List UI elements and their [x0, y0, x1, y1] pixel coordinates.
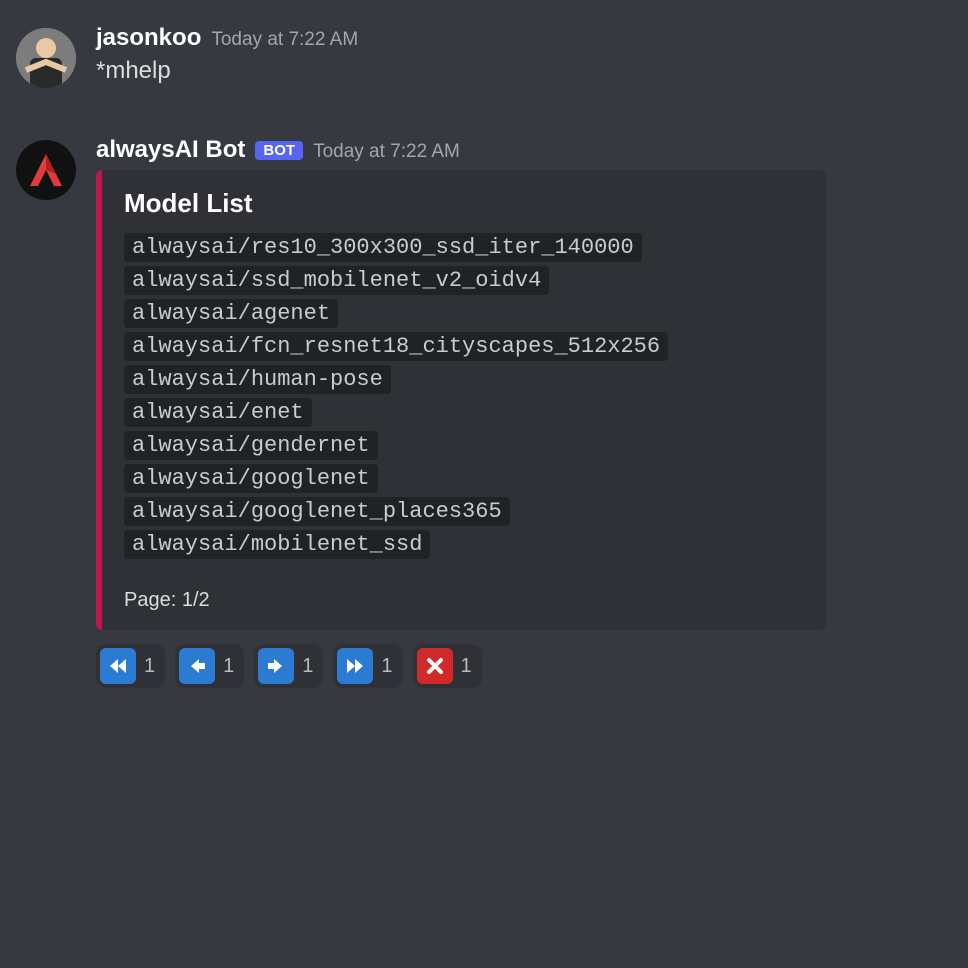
reaction-close[interactable]: 1	[413, 644, 482, 688]
reaction-count: 1	[144, 655, 155, 678]
reaction-back[interactable]: 1	[175, 644, 244, 688]
list-item: alwaysai/res10_300x300_ssd_iter_140000	[124, 233, 642, 262]
message-content: jasonkoo Today at 7:22 AM *mhelp	[96, 24, 952, 88]
message-text: *mhelp	[96, 54, 952, 88]
list-item: alwaysai/human-pose	[124, 365, 391, 394]
back-icon	[179, 648, 215, 684]
rewind-icon	[100, 648, 136, 684]
reaction-rewind[interactable]: 1	[96, 644, 165, 688]
list-item: alwaysai/enet	[124, 398, 312, 427]
message-content: alwaysAI Bot BOT Today at 7:22 AM Model …	[96, 136, 952, 688]
reaction-count: 1	[461, 655, 472, 678]
timestamp: Today at 7:22 AM	[313, 141, 460, 163]
page-indicator: Page: 1/2	[124, 589, 804, 612]
avatar[interactable]	[16, 140, 76, 200]
message-header: jasonkoo Today at 7:22 AM	[96, 24, 952, 52]
timestamp: Today at 7:22 AM	[211, 29, 358, 51]
avatar[interactable]	[16, 28, 76, 88]
list-item: alwaysai/gendernet	[124, 431, 378, 460]
reaction-count: 1	[302, 655, 313, 678]
message-user: jasonkoo Today at 7:22 AM *mhelp	[0, 16, 968, 88]
list-item: alwaysai/agenet	[124, 299, 338, 328]
list-item: alwaysai/googlenet_places365	[124, 497, 510, 526]
forward-icon	[258, 648, 294, 684]
list-item: alwaysai/fcn_resnet18_cityscapes_512x256	[124, 332, 668, 361]
list-item: alwaysai/mobilenet_ssd	[124, 530, 430, 559]
username[interactable]: alwaysAI Bot	[96, 136, 245, 164]
embed-title: Model List	[124, 188, 804, 219]
message-header: alwaysAI Bot BOT Today at 7:22 AM	[96, 136, 952, 164]
list-item: alwaysai/googlenet	[124, 464, 378, 493]
model-list: alwaysai/res10_300x300_ssd_iter_140000 a…	[124, 233, 804, 559]
bot-logo-icon	[26, 150, 66, 190]
message-bot: alwaysAI Bot BOT Today at 7:22 AM Model …	[0, 128, 968, 688]
reactions-bar: 1 1 1 1	[96, 644, 952, 688]
reaction-count: 1	[381, 655, 392, 678]
reaction-count: 1	[223, 655, 234, 678]
reaction-fast-forward[interactable]: 1	[333, 644, 402, 688]
bot-tag: BOT	[255, 141, 303, 160]
fast-forward-icon	[337, 648, 373, 684]
list-item: alwaysai/ssd_mobilenet_v2_oidv4	[124, 266, 549, 295]
user-avatar-icon	[16, 28, 76, 88]
reaction-forward[interactable]: 1	[254, 644, 323, 688]
embed: Model List alwaysai/res10_300x300_ssd_it…	[96, 170, 826, 630]
username[interactable]: jasonkoo	[96, 24, 201, 52]
close-icon	[417, 648, 453, 684]
